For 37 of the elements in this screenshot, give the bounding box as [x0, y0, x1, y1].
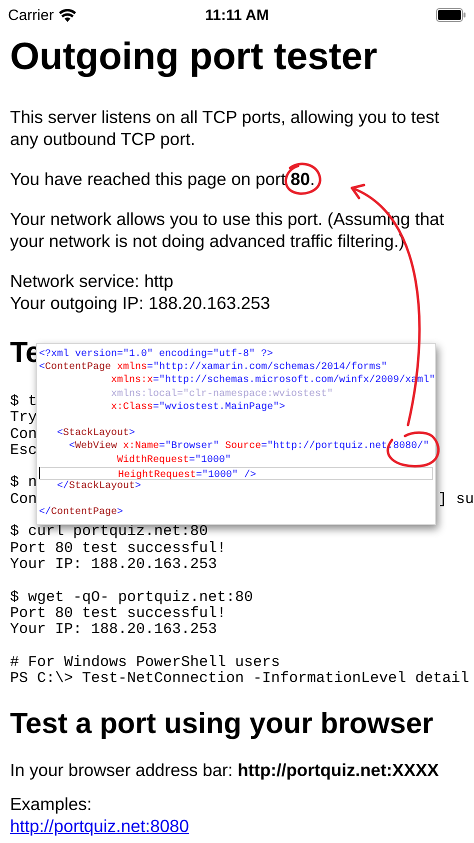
carrier-label: Carrier: [8, 6, 54, 24]
paragraph: In your browser address bar: http://portquiz.net:XXXX: [10, 759, 440, 782]
code-line: <StackLayout>: [56, 427, 136, 440]
code-line: Your IP: 188.20.163.253: [10, 556, 218, 574]
code-line: Esc: [10, 442, 38, 460]
section-heading: Test a port using your browser: [10, 707, 434, 742]
code-line: Try: [10, 410, 38, 427]
code-line: $ curl portquiz.net:80: [10, 524, 208, 541]
code-line: Con: [10, 426, 38, 443]
code-line: $ t: [10, 394, 38, 410]
code-line: PS C:\> Test-NetConnection -InformationLevel detail: [10, 671, 470, 688]
clock-time: 11:11 AM: [205, 6, 269, 24]
code-line: $ n: [10, 475, 38, 492]
code-line: Con: [10, 492, 38, 508]
code-line: x:Class="wviostest.MainPage">: [110, 400, 286, 414]
code-line: </ContentPage>: [39, 506, 124, 520]
paragraph: This server listens on all TCP ports, allowing you to test any outbound TCP port.: [10, 106, 440, 150]
code-line: <ContentPage xmlns="http://xamarin.com/schemas/2014/forms": [39, 361, 388, 374]
code-line: </StackLayout>: [56, 480, 142, 494]
code-line: $ wget -qO- portquiz.net:80: [10, 590, 254, 606]
code-line: Port 80 test successful!: [10, 606, 226, 622]
info-line: Network service: http: [10, 270, 174, 292]
paragraph: You have reached this page on port 80.: [10, 168, 316, 190]
code-line: HeightRequest="1000" />: [39, 466, 433, 480]
code-line: Port 80 test successful!: [10, 540, 226, 557]
wifi-icon: [58, 8, 76, 22]
code-line: WidthRequest="1000": [116, 454, 232, 467]
code-line: Your IP: 188.20.163.253: [10, 622, 218, 638]
code-line: ] su: [438, 492, 474, 508]
code-line: # For Windows PowerShell users: [10, 654, 280, 671]
code-line: xmlns:local="clr-namespace:wviostest": [110, 388, 334, 401]
battery-icon: [436, 8, 466, 22]
info-line: Your outgoing IP: 188.20.163.253: [10, 292, 272, 314]
examples-label: Examples:: [10, 793, 93, 816]
code-line: <?xml version="1.0" encoding="utf-8" ?>: [39, 348, 274, 362]
page-title: Outgoing port tester: [10, 35, 378, 80]
example-link[interactable]: http://portquiz.net:8080: [10, 816, 190, 836]
